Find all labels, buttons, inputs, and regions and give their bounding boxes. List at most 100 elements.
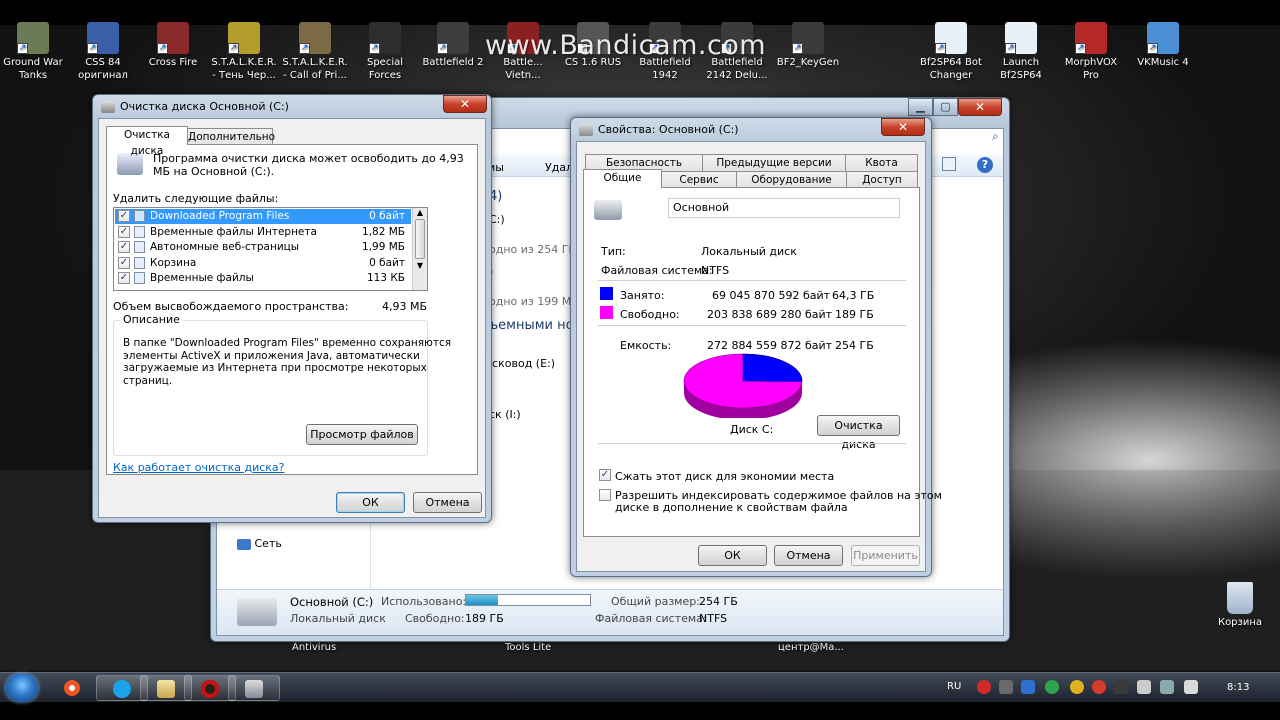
preview-pane-icon[interactable] <box>942 157 956 171</box>
desktop-icon[interactable]: ↗ CSS 84 оригинал <box>66 22 140 82</box>
drive-name-input[interactable]: Основной <box>668 198 900 218</box>
props-ok-button[interactable]: ОК <box>698 545 767 566</box>
props-apply-button[interactable]: Применить <box>851 545 920 566</box>
file-list-row[interactable]: ✓ Корзина 0 байт <box>115 256 411 271</box>
dvd-drive[interactable]: ісковод (E:) <box>489 357 555 370</box>
tray-monitor-icon[interactable] <box>1160 680 1174 694</box>
desktop-icon[interactable]: ↗ MorphVOX Pro <box>1054 22 1128 82</box>
tray-flag-icon[interactable] <box>1137 680 1151 694</box>
file-checkbox[interactable]: ✓ <box>118 272 130 284</box>
desktop-icon[interactable]: ↗ Bf2SP64 Bot Changer <box>914 22 988 82</box>
props-drive-icon <box>579 123 593 136</box>
file-list-row[interactable]: ✓ Временные файлы 113 КБ <box>115 271 411 286</box>
props-client: Безопасность Предыдущие версии Квота Общ… <box>576 141 942 572</box>
app-shortcut-icon: ↗ <box>1075 22 1107 54</box>
tray-warning-icon[interactable] <box>1070 680 1084 694</box>
desktop-icon[interactable]: ↗ S.T.A.L.K.E.R. - Call of Pri... <box>278 22 352 82</box>
file-name: Корзина <box>150 256 197 269</box>
file-checkbox[interactable]: ✓ <box>118 210 130 222</box>
compress-label: Сжать этот диск для экономии места <box>615 470 835 483</box>
file-size: 113 КБ <box>366 272 405 284</box>
file-list-row[interactable]: ✓ Downloaded Program Files 0 байт <box>115 209 411 224</box>
tray-sound-icon[interactable] <box>1114 680 1128 694</box>
space-label: Объем высвобождаемого пространства: <box>113 300 349 313</box>
maximize-button[interactable]: ▢ <box>933 98 958 116</box>
help-icon[interactable]: ? <box>977 157 993 173</box>
network-icon <box>237 538 251 550</box>
properties-dialog[interactable]: Свойства: Основной (C:) ✕ Безопасность П… <box>570 117 942 577</box>
tab-hardware[interactable]: Оборудование <box>736 171 847 188</box>
nav-network-label: Сеть <box>254 537 282 550</box>
tray-opera-icon[interactable] <box>1092 680 1106 694</box>
description-text: В папке "Downloaded Program Files" време… <box>123 337 452 387</box>
cleanup-cancel-button[interactable]: Отмена <box>413 492 482 513</box>
tab-general[interactable]: Общие <box>583 169 662 188</box>
nav-network[interactable]: Сеть <box>237 537 282 550</box>
app-shortcut-icon: ↗ <box>437 22 469 54</box>
tab-sharing[interactable]: Доступ <box>846 171 918 188</box>
file-checkbox[interactable]: ✓ <box>118 241 130 253</box>
minimize-button[interactable]: ▁ <box>908 98 933 116</box>
how-cleanup-works-link[interactable]: Как работает очистка диска? <box>113 461 285 474</box>
shortcut-arrow-icon: ↗ <box>437 43 448 54</box>
desktop-icon[interactable]: ↗ BF2_KeyGen <box>771 22 845 69</box>
desktop-icon[interactable]: ↗ Battlefield 2 <box>416 22 490 69</box>
scroll-up-arrow[interactable]: ▲ <box>413 208 427 217</box>
app-shortcut-icon: ↗ <box>299 22 331 54</box>
disk-i[interactable]: ск (I:) <box>489 408 521 421</box>
taskbar-disk-cleanup[interactable] <box>228 675 280 701</box>
desktop-icon[interactable]: ↗ Cross Fire <box>136 22 210 69</box>
taskbar: RU 8:13 <box>0 672 1280 702</box>
cleanup-close-button[interactable]: ✕ <box>443 95 487 113</box>
tray-volume-icon[interactable] <box>1184 680 1198 694</box>
desktop-icon[interactable]: ↗ Special Forces <box>348 22 422 82</box>
toolbar-fragment-2[interactable]: Удал <box>545 161 573 174</box>
view-files-button[interactable]: Просмотр файлов <box>306 424 418 445</box>
tab-quota[interactable]: Квота <box>845 154 918 171</box>
file-list-row[interactable]: ✓ Временные файлы Интернета 1,82 МБ <box>115 225 411 240</box>
file-checkbox[interactable]: ✓ <box>118 256 130 269</box>
tray-app-icon[interactable] <box>999 680 1013 694</box>
props-close-button[interactable]: ✕ <box>881 118 925 136</box>
divider-1 <box>598 280 906 281</box>
cleanup-tab-panel: Программа очистки диска может освободить… <box>106 144 478 475</box>
props-general-panel: Основной Тип: Локальный диск Файловая си… <box>583 187 942 537</box>
tray-antivirus-icon[interactable] <box>1045 680 1059 694</box>
tab-advanced[interactable]: Дополнительно <box>187 128 275 145</box>
search-icon[interactable]: ⌕ <box>992 129 999 144</box>
compress-checkbox[interactable]: ✓ <box>599 469 611 481</box>
file-size: 1,99 МБ <box>362 241 405 253</box>
desktop-icon[interactable]: ↗ VKMusic 4 <box>1126 22 1200 69</box>
start-button[interactable] <box>6 674 38 702</box>
desktop-icon[interactable]: ↗ S.T.A.L.K.E.R. - Тень Чер... <box>207 22 281 82</box>
cleanup-ok-button[interactable]: ОК <box>336 492 405 513</box>
details-drive-type: Локальный диск <box>290 612 386 625</box>
close-button[interactable]: ✕ <box>958 98 1002 116</box>
files-list-scrollbar[interactable]: ▲ ▼ <box>412 208 427 290</box>
tray-network-icon[interactable] <box>1021 680 1035 694</box>
disk-cleanup-dialog[interactable]: Очистка диска Основной (C:) ✕ Очистка ди… <box>92 94 492 523</box>
index-checkbox[interactable] <box>599 489 611 501</box>
recycle-bin-desktop-icon[interactable]: Корзина <box>1203 582 1277 629</box>
type-value: Локальный диск <box>701 245 797 258</box>
files-list[interactable]: ✓ Downloaded Program Files 0 байт ✓ Временны… <box>113 207 428 291</box>
details-fs-value: NTFS <box>699 612 728 625</box>
yandex-browser-icon[interactable] <box>64 680 80 696</box>
tab-disk-cleanup[interactable]: Очистка диска <box>106 126 188 157</box>
scroll-thumb[interactable] <box>415 219 425 259</box>
shortcut-arrow-icon: ↗ <box>17 43 28 54</box>
desktop-icon[interactable]: ↗ Launch Bf2SP64 <box>984 22 1058 82</box>
file-name: Временные файлы <box>150 272 254 284</box>
file-checkbox[interactable]: ✓ <box>118 225 130 238</box>
tab-service[interactable]: Сервис <box>661 171 737 188</box>
tray-record-icon[interactable] <box>977 680 991 694</box>
language-indicator[interactable]: RU <box>947 681 961 692</box>
shortcut-arrow-icon: ↗ <box>157 43 168 54</box>
file-list-row[interactable]: ✓ Автономные веб-страницы 1,99 МБ <box>115 240 411 255</box>
tab-previous-versions[interactable]: Предыдущие версии <box>702 154 846 171</box>
props-cancel-button[interactable]: Отмена <box>774 545 843 566</box>
desktop-icon[interactable]: ↗ Ground War Tanks <box>0 22 70 82</box>
scroll-down-arrow[interactable]: ▼ <box>413 261 427 270</box>
clock[interactable]: 8:13 <box>1227 682 1249 693</box>
disk-cleanup-button[interactable]: Очистка диска <box>817 415 900 451</box>
